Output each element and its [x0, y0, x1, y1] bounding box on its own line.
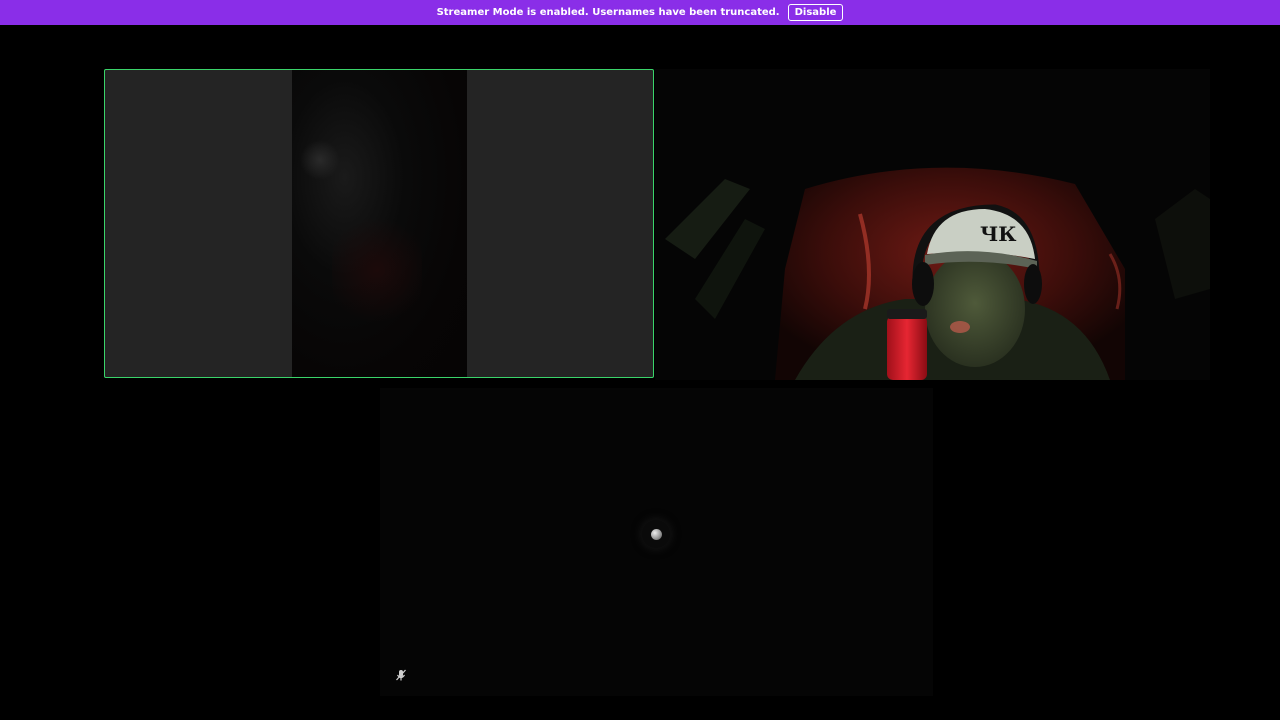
screen-share-tile[interactable]: [104, 69, 654, 378]
streamer-mode-message: Streamer Mode is enabled. Usernames have…: [436, 6, 780, 18]
share-content-highlight: [300, 140, 340, 180]
disable-streamer-mode-button[interactable]: Disable: [787, 4, 844, 21]
share-content-shadow: [332, 210, 422, 330]
call-view: Streamer Mode is enabled. Usernames have…: [0, 0, 1280, 720]
svg-text:ЧК: ЧК: [980, 222, 1016, 246]
avatar-icon: [650, 528, 662, 540]
screen-share-content: [292, 70, 467, 377]
participant-tile[interactable]: [380, 388, 933, 696]
camera-feed-image: ЧК: [655, 69, 1210, 380]
microphone-muted-icon: [396, 669, 406, 681]
avatar: [642, 520, 670, 548]
camera-video-tile[interactable]: ЧК: [655, 69, 1210, 380]
streamer-mode-banner: Streamer Mode is enabled. Usernames have…: [0, 0, 1280, 25]
